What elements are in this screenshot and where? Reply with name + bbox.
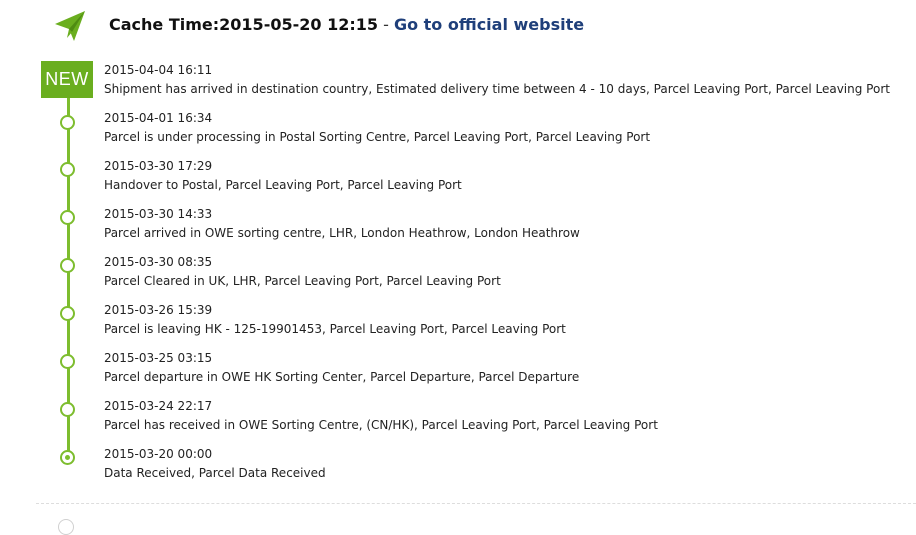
- new-badge: NEW: [41, 61, 93, 98]
- event-description: Parcel arrived in OWE sorting centre, LH…: [104, 226, 580, 240]
- event-time: 2015-03-26 15:39: [104, 303, 213, 317]
- official-website-link[interactable]: Go to official website: [394, 15, 584, 34]
- timeline-node-current: [60, 450, 75, 465]
- cache-time-value: 2015-05-20 12:15: [219, 15, 378, 34]
- event-item: 2015-03-30 14:33 Parcel arrived in OWE s…: [104, 205, 580, 243]
- event-time: 2015-03-20 00:00: [104, 447, 213, 461]
- event-description: Parcel departure in OWE HK Sorting Cente…: [104, 370, 580, 384]
- event-item: 2015-03-30 08:35 Parcel Cleared in UK, L…: [104, 253, 501, 291]
- timeline-node: [60, 354, 75, 369]
- next-section-icon: [58, 519, 74, 535]
- event-time: 2015-04-01 16:34: [104, 111, 213, 125]
- event-description: Parcel Cleared in UK, LHR, Parcel Leavin…: [104, 274, 501, 288]
- event-time: 2015-03-30 14:33: [104, 207, 213, 221]
- event-item: 2015-03-26 15:39 Parcel is leaving HK - …: [104, 301, 566, 339]
- timeline-node: [60, 258, 75, 273]
- cache-time-label: Cache Time:: [109, 15, 220, 34]
- event-description: Handover to Postal, Parcel Leaving Port,…: [104, 178, 462, 192]
- paper-plane-icon: [55, 11, 85, 41]
- cache-time-line: Cache Time:2015-05-20 12:15 - Go to offi…: [109, 14, 584, 36]
- event-description: Data Received, Parcel Data Received: [104, 466, 326, 480]
- event-item: 2015-03-30 17:29 Handover to Postal, Par…: [104, 157, 462, 195]
- event-description: Parcel has received in OWE Sorting Centr…: [104, 418, 658, 432]
- timeline-node: [60, 306, 75, 321]
- header: [52, 8, 88, 44]
- event-item: 2015-03-24 22:17 Parcel has received in …: [104, 397, 658, 435]
- event-item: 2015-03-25 03:15 Parcel departure in OWE…: [104, 349, 579, 387]
- event-time: 2015-04-04 16:11: [104, 63, 213, 77]
- event-description: Shipment has arrived in destination coun…: [104, 82, 890, 96]
- timeline-node: [60, 115, 75, 130]
- event-time: 2015-03-24 22:17: [104, 399, 213, 413]
- event-item: 2015-04-01 16:34 Parcel is under process…: [104, 109, 650, 147]
- event-description: Parcel is under processing in Postal Sor…: [104, 130, 651, 144]
- timeline-node: [60, 162, 75, 177]
- event-time: 2015-03-30 17:29: [104, 159, 213, 173]
- section-divider: [36, 503, 916, 504]
- event-time: 2015-03-30 08:35: [104, 255, 213, 269]
- event-description: Parcel is leaving HK - 125-19901453, Par…: [104, 322, 566, 336]
- event-item: 2015-03-20 00:00 Data Received, Parcel D…: [104, 445, 326, 483]
- separator: -: [378, 15, 394, 34]
- event-item: 2015-04-04 16:11 Shipment has arrived in…: [104, 61, 890, 99]
- event-time: 2015-03-25 03:15: [104, 351, 213, 365]
- timeline-node: [60, 210, 75, 225]
- timeline-node: [60, 402, 75, 417]
